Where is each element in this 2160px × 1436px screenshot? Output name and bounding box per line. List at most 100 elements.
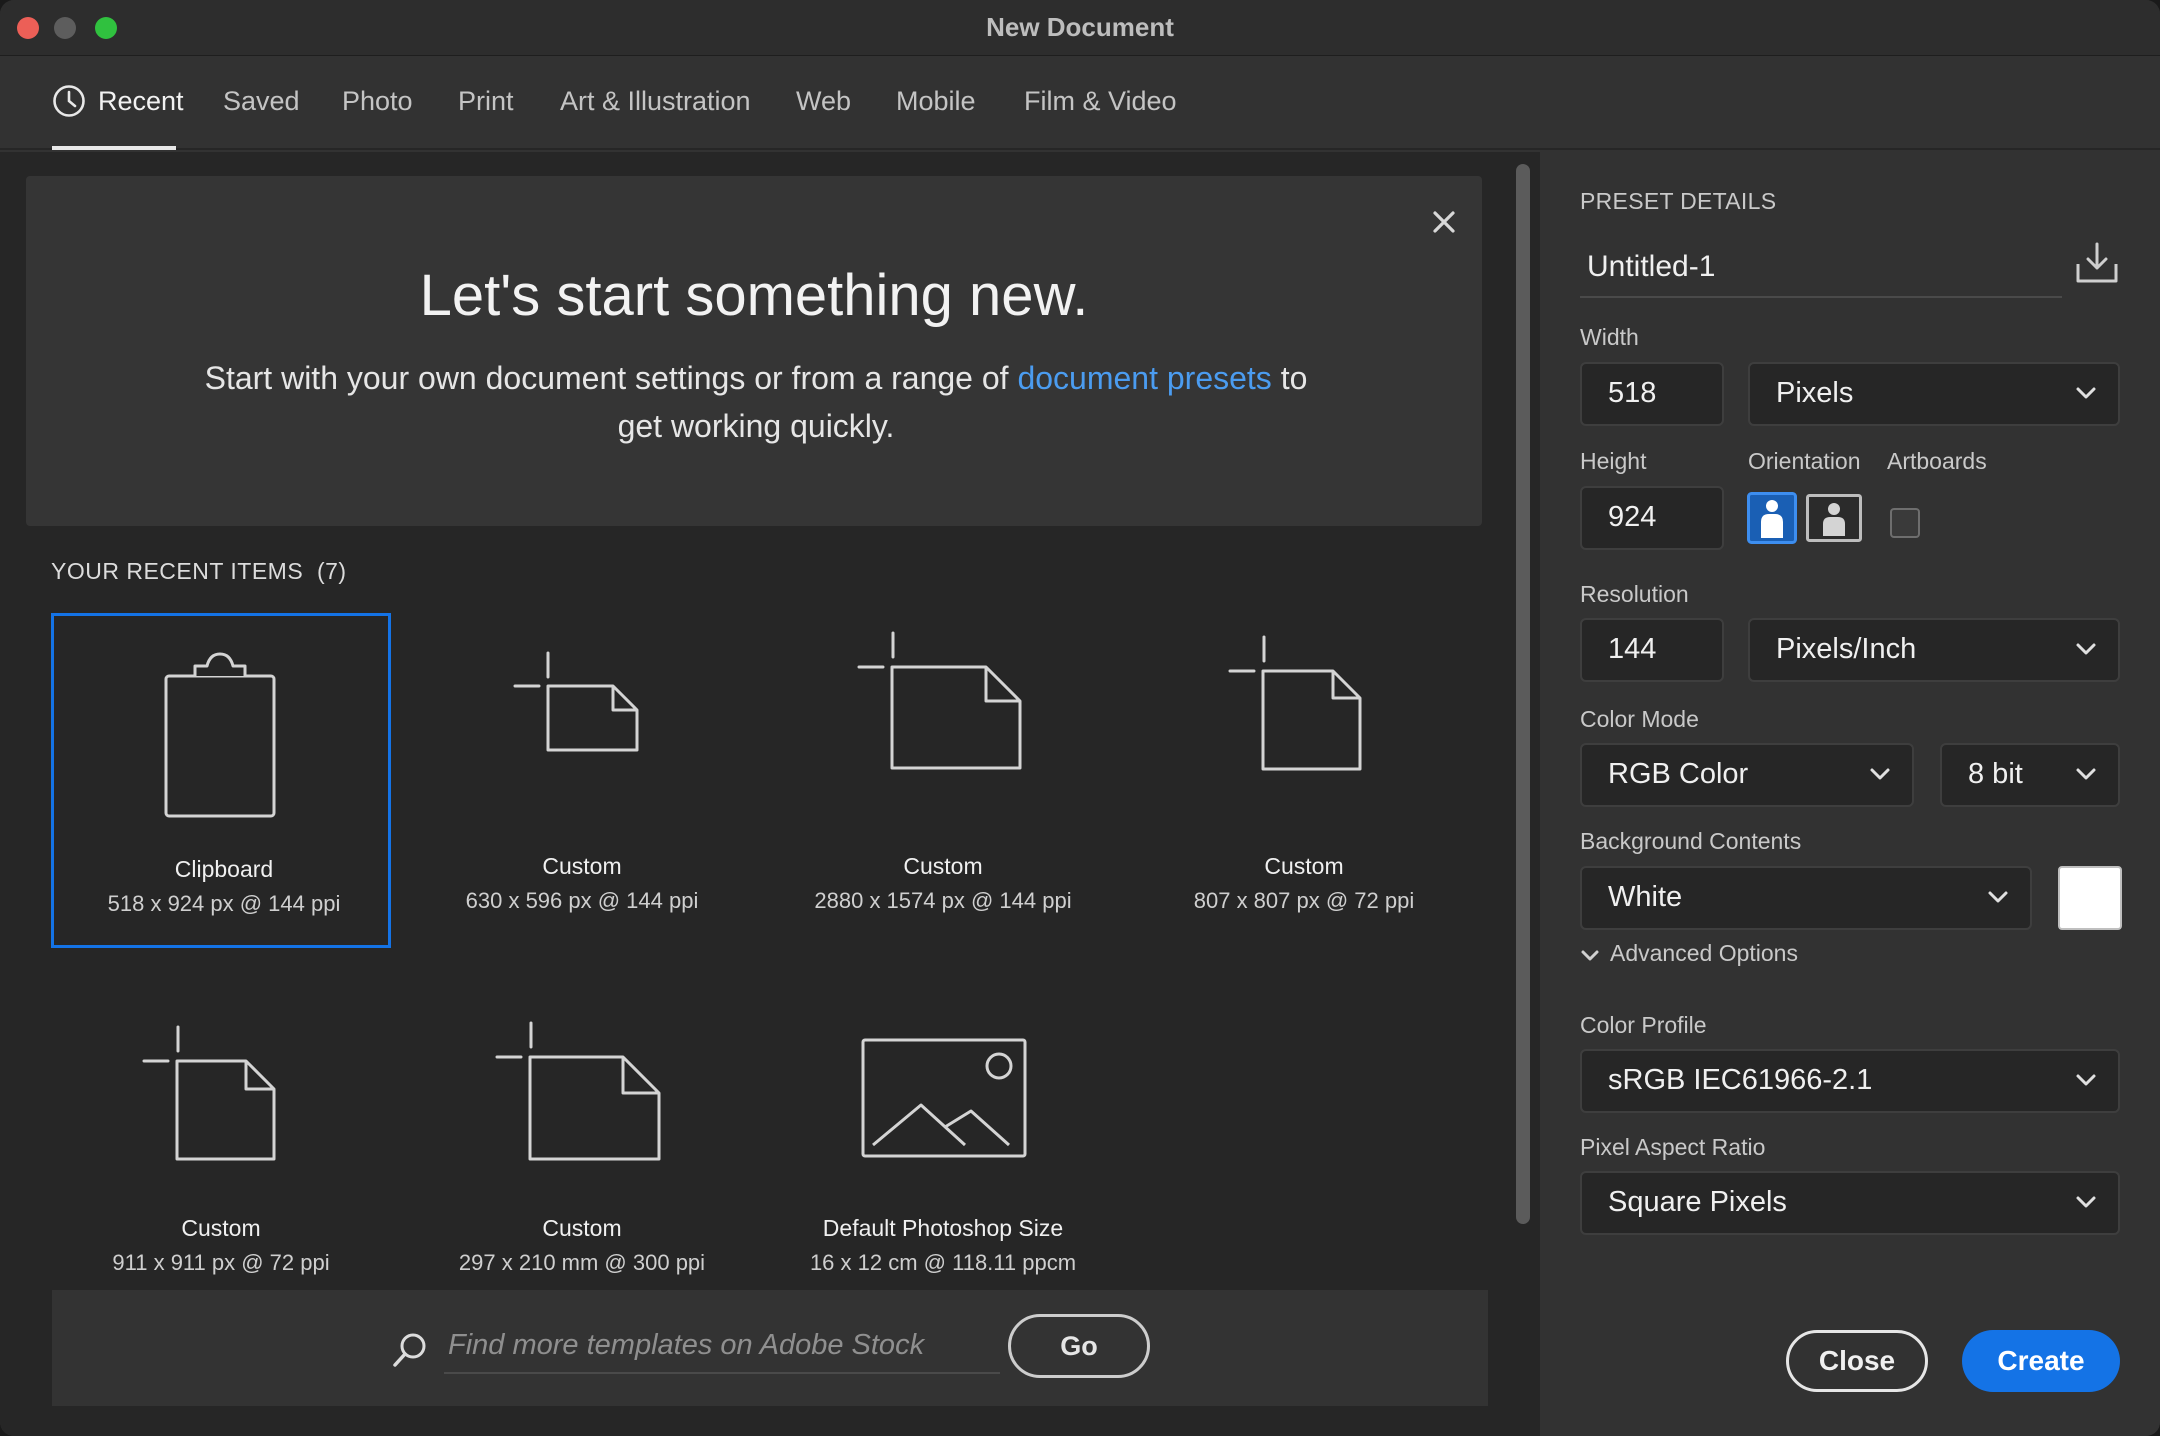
item-name: Clipboard [174,856,274,882]
recent-item-custom[interactable]: Custom 297 x 210 mm @ 300 ppi [412,975,752,1310]
advanced-options-toggle[interactable]: Advanced Options [1610,940,1798,967]
search-icon [393,1333,426,1367]
image-icon [861,1038,1027,1158]
tab-saved[interactable]: Saved [223,86,300,117]
tab-art-illustration[interactable]: Art & Illustration [560,86,751,117]
close-button[interactable]: Close [1786,1330,1928,1392]
background-color-swatch[interactable] [2058,866,2122,930]
item-dimensions: 16 x 12 cm @ 118.11 ppcm [809,1250,1077,1275]
preset-details-title: PRESET DETAILS [1580,188,1777,214]
width-unit-value: Pixels [1776,377,1854,409]
item-name: Custom [903,853,983,879]
height-input[interactable]: 924 [1580,486,1724,550]
recent-count: (7) [316,558,347,584]
title-bar: New Document [0,0,2160,56]
chevron-down-icon [2076,768,2096,780]
height-label: Height [1580,448,1647,474]
save-preset-icon[interactable] [2074,240,2120,286]
item-dimensions: 630 x 596 px @ 144 ppi [465,888,699,913]
tab-print[interactable]: Print [458,86,514,117]
document-icon [1228,635,1362,771]
recent-item-clipboard[interactable]: Clipboard 518 x 924 px @ 144 ppi [51,613,391,948]
background-contents-select[interactable]: White [1580,866,2032,930]
orientation-label: Orientation [1748,448,1861,474]
active-tab-indicator [52,146,176,150]
resolution-label: Resolution [1580,581,1689,607]
item-name: Custom [542,1215,622,1241]
width-input[interactable]: 518 [1580,362,1724,426]
item-dimensions: 2880 x 1574 px @ 144 ppi [814,888,1072,913]
banner-subtitle: Start with your own document settings or… [196,354,1316,450]
recent-item-default-photoshop-size[interactable]: Default Photoshop Size 16 x 12 cm @ 118.… [773,975,1113,1310]
document-icon [513,651,639,752]
stock-search-input[interactable] [444,1318,1000,1374]
preset-details-panel: PRESET DETAILS Untitled-1 Width 518 Pixe… [1540,152,2160,1436]
width-unit-select[interactable]: Pixels [1748,362,2120,426]
portrait-orientation-icon[interactable] [1747,492,1797,544]
resolution-unit-select[interactable]: Pixels/Inch [1748,618,2120,682]
tab-recent[interactable]: Recent [98,86,184,117]
tab-web[interactable]: Web [796,86,851,117]
chevron-down-icon [1988,891,2008,903]
resolution-input[interactable]: 144 [1580,618,1724,682]
recent-item-custom[interactable]: Custom 911 x 911 px @ 72 ppi [51,975,391,1310]
item-dimensions: 911 x 911 px @ 72 ppi [112,1250,330,1275]
background-contents-value: White [1608,881,1683,913]
document-icon [495,1021,661,1161]
clipboard-icon [164,652,276,818]
document-icon [142,1025,276,1161]
recent-item-custom[interactable]: Custom 630 x 596 px @ 144 ppi [412,613,752,948]
color-profile-label: Color Profile [1580,1012,1707,1038]
clock-icon [53,85,85,117]
resolution-unit-value: Pixels/Inch [1776,633,1917,665]
color-mode-select[interactable]: RGB Color [1580,743,1914,807]
chevron-down-icon [2076,1074,2096,1086]
chevron-down-icon[interactable] [1580,948,1600,964]
close-icon[interactable] [1426,204,1462,240]
window-title: New Document [986,12,1174,42]
presets-scrollbar[interactable] [1512,164,1530,1224]
go-button[interactable]: Go [1008,1314,1150,1378]
create-button[interactable]: Create [1962,1330,2120,1392]
recent-item-custom[interactable]: Custom 2880 x 1574 px @ 144 ppi [773,613,1113,948]
chevron-down-icon [1870,768,1890,780]
item-name: Default Photoshop Size [822,1215,1064,1241]
item-name: Custom [181,1215,261,1241]
item-name: Custom [1264,853,1344,879]
recent-header-label: YOUR RECENT ITEMS [51,558,304,584]
color-mode-value: RGB Color [1608,758,1749,790]
item-dimensions: 518 x 924 px @ 144 ppi [107,891,341,916]
width-label: Width [1580,324,1639,350]
document-name-field[interactable]: Untitled-1 [1580,242,2062,298]
chevron-down-icon [2076,387,2096,399]
banner-title: Let's start something new. [419,263,1089,328]
tab-photo[interactable]: Photo [342,86,413,117]
chevron-down-icon [2076,643,2096,655]
presets-pane: Let's start something new. Start with yo… [0,152,1540,1436]
document-presets-link[interactable]: document presets [1017,360,1271,396]
preset-category-tabs: Recent Saved Photo Print Art & Illustrat… [0,56,2160,150]
tab-mobile[interactable]: Mobile [896,86,976,117]
new-document-dialog: New Document Recent Saved Photo Print Ar… [0,0,2160,1436]
landscape-orientation-icon[interactable] [1806,494,1862,542]
color-mode-label: Color Mode [1580,706,1699,732]
recent-items-header: YOUR RECENT ITEMS (7) [51,558,347,585]
artboards-label: Artboards [1887,448,1987,474]
pixel-aspect-ratio-value: Square Pixels [1608,1186,1787,1218]
pixel-aspect-ratio-select[interactable]: Square Pixels [1580,1171,2120,1235]
bit-depth-value: 8 bit [1968,758,2023,790]
recent-item-custom[interactable]: Custom 807 x 807 px @ 72 ppi [1134,613,1474,948]
welcome-banner: Let's start something new. Start with yo… [26,176,1482,526]
banner-text-start: Start with your own document settings or… [204,360,1018,396]
tab-film-video[interactable]: Film & Video [1024,86,1177,117]
chevron-down-icon [2076,1196,2096,1208]
item-name: Custom [542,853,622,879]
bit-depth-select[interactable]: 8 bit [1940,743,2120,807]
pixel-aspect-ratio-label: Pixel Aspect Ratio [1580,1134,1766,1160]
color-profile-select[interactable]: sRGB IEC61966-2.1 [1580,1049,2120,1113]
artboards-checkbox[interactable] [1890,508,1920,538]
color-profile-value: sRGB IEC61966-2.1 [1608,1064,1873,1096]
stock-search-bar: Go [52,1290,1488,1406]
background-contents-label: Background Contents [1580,828,1802,854]
scrollbar-thumb[interactable] [1516,164,1530,1224]
